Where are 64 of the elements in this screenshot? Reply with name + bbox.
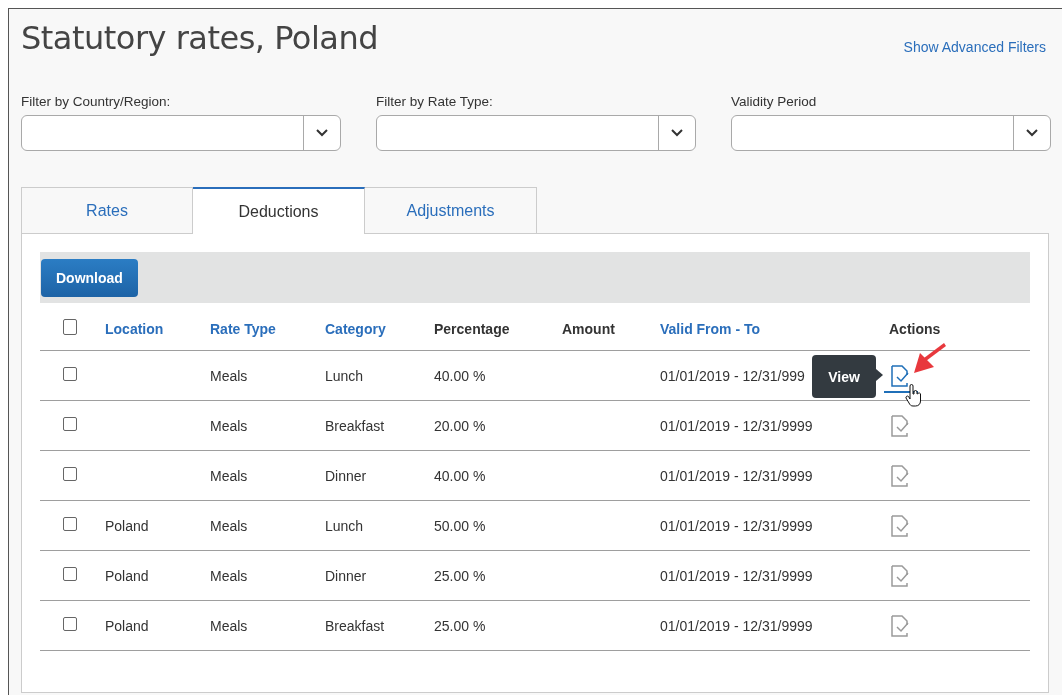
table-cell: Poland [105, 567, 149, 584]
table-cell: Meals [210, 467, 248, 484]
chevron-down-icon [1026, 129, 1038, 137]
table-cell: 01/01/2019 - 12/31/9999 [660, 417, 813, 434]
table-cell: Poland [105, 517, 149, 534]
table-cell: 01/01/2019 - 12/31/9999 [660, 517, 813, 534]
checkbox[interactable] [63, 517, 77, 531]
tab[interactable]: Adjustments [365, 187, 537, 233]
column-header: Actions [889, 319, 941, 337]
table-cell: Breakfast [325, 417, 385, 434]
table-cell: Breakfast [325, 617, 385, 634]
table-cell: 01/01/2019 - 12/31/999 [660, 367, 805, 384]
table-cell: 40.00 % [434, 467, 486, 484]
table-cell: Dinner [325, 467, 367, 484]
document-check-icon[interactable] [890, 614, 910, 637]
chevron-down-icon [671, 129, 683, 137]
document-check-icon[interactable] [890, 514, 910, 537]
table-cell: Meals [210, 417, 248, 434]
dropdown-field[interactable] [731, 115, 1051, 151]
table-cell: 50.00 % [434, 517, 486, 534]
download-button[interactable]: Download [41, 258, 138, 297]
table-cell: 20.00 % [434, 417, 486, 434]
column-header[interactable]: Valid From - To [660, 318, 761, 337]
tab[interactable]: Deductions [193, 187, 365, 234]
column-header: Amount [562, 319, 615, 337]
filter-label: Filter by Country/Region: [21, 94, 172, 109]
checkbox[interactable] [63, 367, 77, 381]
hand-cursor-icon [905, 384, 923, 408]
tooltip-pointer-icon [876, 369, 883, 381]
table-cell: Lunch [325, 367, 364, 384]
table-cell: 01/01/2019 - 12/31/9999 [660, 467, 813, 484]
table-cell: 25.00 % [434, 567, 486, 584]
checkbox[interactable] [63, 319, 77, 335]
filter-label: Validity Period [731, 94, 818, 109]
table-cell: 40.00 % [434, 367, 486, 384]
document-check-icon[interactable] [890, 414, 910, 437]
table-cell: 01/01/2019 - 12/31/9999 [660, 567, 813, 584]
column-header[interactable]: Category [325, 318, 386, 337]
chevron-down-icon [316, 129, 328, 137]
table-cell: Meals [210, 367, 248, 384]
page-title: Statutory rates, Poland [21, 19, 379, 57]
column-header: Percentage [434, 319, 510, 337]
table-cell: 25.00 % [434, 617, 486, 634]
document-check-icon[interactable] [890, 464, 910, 487]
table-cell: Dinner [325, 567, 367, 584]
checkbox[interactable] [63, 567, 77, 581]
filter-label: Filter by Rate Type: [376, 94, 494, 109]
table-cell: Meals [210, 617, 248, 634]
table-cell: Meals [210, 517, 248, 534]
dropdown-field[interactable] [21, 115, 341, 151]
document-check-icon[interactable] [890, 564, 910, 587]
column-header[interactable]: Location [105, 318, 164, 337]
column-header[interactable]: Rate Type [210, 318, 276, 337]
table-cell: Poland [105, 617, 149, 634]
checkbox[interactable] [63, 417, 77, 431]
table-cell: Lunch [325, 517, 364, 534]
checkbox[interactable] [63, 467, 77, 481]
checkbox[interactable] [63, 617, 77, 631]
tab[interactable]: Rates [21, 187, 193, 233]
dropdown-field[interactable] [376, 115, 696, 151]
tooltip: View [812, 355, 876, 398]
advanced-filters-link[interactable]: Show Advanced Filters [903, 39, 1046, 55]
table-cell: Meals [210, 567, 248, 584]
table-cell: 01/01/2019 - 12/31/9999 [660, 617, 813, 634]
